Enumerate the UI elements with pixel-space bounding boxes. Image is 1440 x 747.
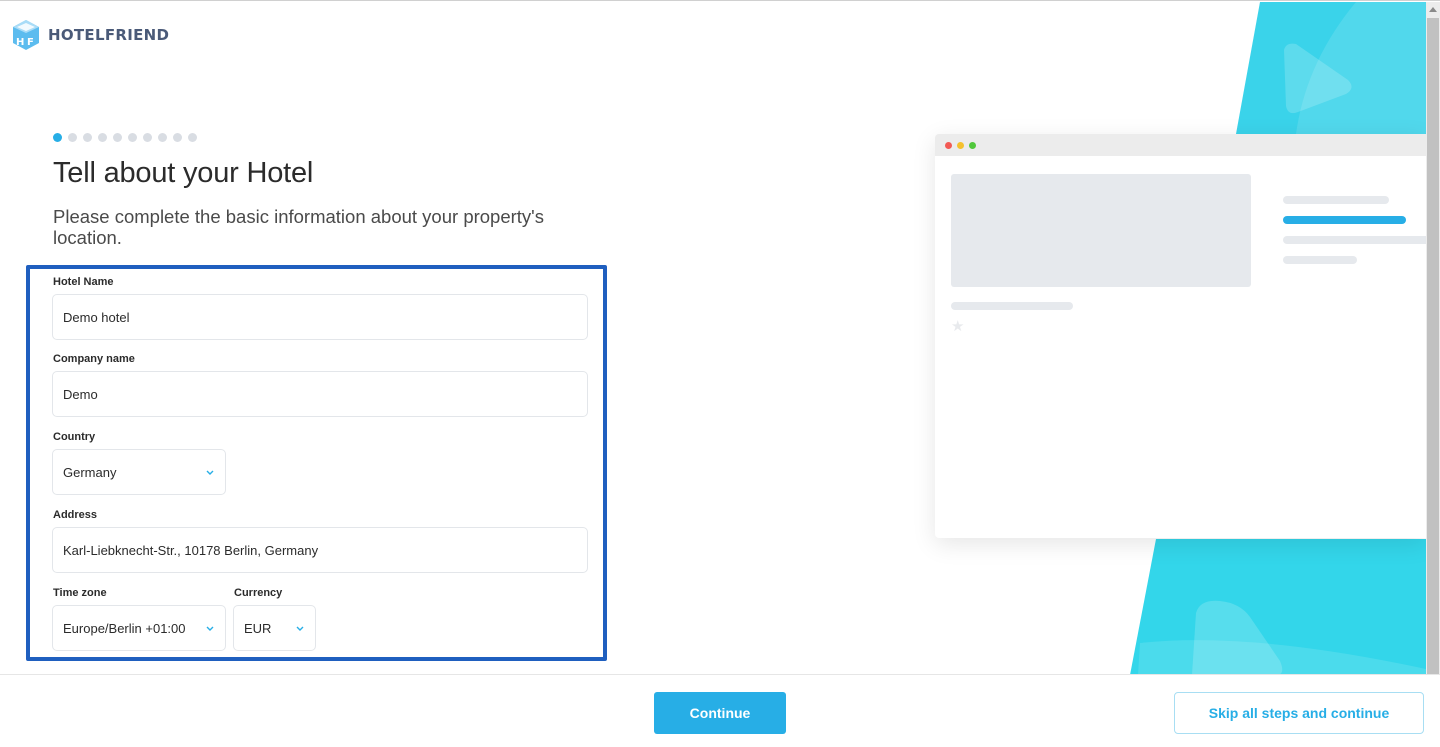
company-name-label: Company name — [53, 353, 135, 365]
step-dot — [158, 133, 167, 142]
mock-text-line — [1283, 256, 1357, 264]
page-subtitle: Please complete the basic information ab… — [53, 206, 544, 248]
address-input[interactable] — [52, 527, 588, 573]
hf-cube-logo-icon: H F — [12, 19, 40, 51]
decorative-cyan-panel-bottom — [1130, 539, 1426, 675]
company-name-input[interactable] — [52, 371, 588, 417]
chevron-down-icon — [295, 624, 305, 632]
brand-logo[interactable]: H F HOTELFRIEND — [12, 19, 169, 51]
scrollbar-thumb[interactable] — [1427, 18, 1439, 674]
address-label: Address — [53, 509, 98, 521]
country-label: Country — [53, 431, 96, 443]
step-dot — [113, 133, 122, 142]
window-maximize-dot-icon — [969, 141, 976, 149]
hotel-name-input[interactable] — [52, 294, 588, 340]
step-dot — [143, 133, 152, 142]
mock-image-placeholder — [951, 174, 1251, 287]
continue-button[interactable]: Continue — [654, 692, 786, 734]
window-minimize-dot-icon — [957, 141, 964, 149]
currency-label: Currency — [234, 587, 283, 599]
time-zone-select[interactable]: Europe/Berlin +01:00 — [52, 605, 226, 651]
svg-text:F: F — [27, 37, 34, 48]
country-value: Germany — [63, 464, 117, 480]
chevron-down-icon — [205, 468, 215, 476]
mock-text-line — [1283, 196, 1389, 204]
star-icon: ★ — [951, 318, 965, 335]
brand-name: HOTELFRIEND — [48, 26, 170, 44]
currency-select[interactable]: EUR — [233, 605, 316, 651]
step-progress-indicator — [53, 133, 197, 142]
hotel-name-label: Hotel Name — [53, 276, 114, 288]
chevron-down-icon — [205, 624, 215, 632]
mock-window-titlebar — [935, 134, 1426, 156]
svg-text:H: H — [16, 37, 24, 48]
mock-text-line — [1283, 236, 1426, 244]
step-dot — [83, 133, 92, 142]
currency-value: EUR — [244, 620, 272, 636]
country-select[interactable]: Germany — [52, 449, 226, 495]
step-dot — [128, 133, 137, 142]
step-dot — [98, 133, 107, 142]
scroll-up-arrow-icon[interactable] — [1429, 7, 1437, 12]
step-dot — [68, 133, 77, 142]
page-title: Tell about your Hotel — [53, 157, 314, 189]
vertical-scrollbar[interactable] — [1426, 2, 1440, 674]
window-close-dot-icon — [945, 141, 952, 149]
mock-text-line — [951, 302, 1073, 310]
step-dot — [53, 133, 62, 142]
step-dot — [173, 133, 182, 142]
step-dot — [188, 133, 197, 142]
skip-all-steps-button[interactable]: Skip all steps and continue — [1174, 692, 1424, 734]
decorative-cyan-panel-top — [1236, 2, 1426, 134]
preview-mock-window: ★ — [935, 134, 1426, 538]
mock-accent-line — [1283, 216, 1406, 224]
footer-bar: Continue Skip all steps and continue — [0, 674, 1440, 747]
time-zone-label: Time zone — [53, 587, 107, 599]
time-zone-value: Europe/Berlin +01:00 — [63, 620, 186, 636]
